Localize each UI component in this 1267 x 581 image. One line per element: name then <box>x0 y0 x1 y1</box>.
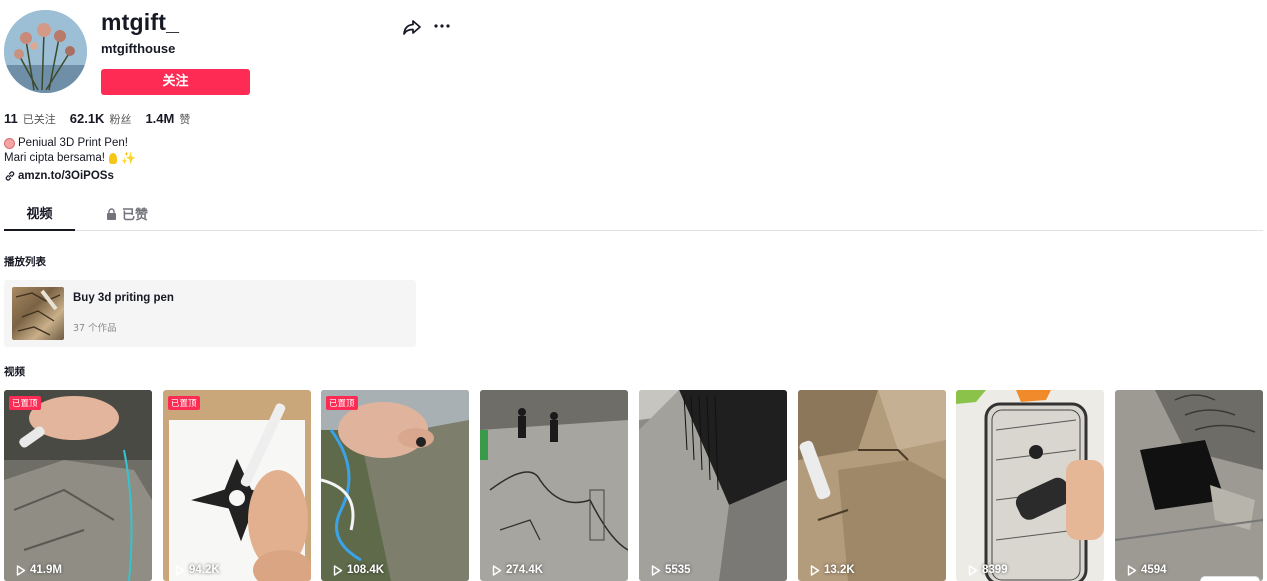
video-thumbnail <box>956 390 1104 581</box>
view-count: 13.2K <box>810 564 855 576</box>
view-count-value: 8399 <box>982 564 1008 576</box>
video-thumbnail <box>163 390 311 581</box>
profile-stats: 11 已关注 62.1K 粉丝 1.4M 赞 <box>4 111 204 127</box>
view-count-value: 41.9M <box>30 564 62 576</box>
avatar[interactable] <box>4 10 87 93</box>
following-label: 已关注 <box>22 113 56 126</box>
play-icon <box>968 564 978 576</box>
sparkles-emoji-icon: ✨ <box>120 151 136 165</box>
tab-liked[interactable]: 已赞 <box>97 196 157 231</box>
coin-emoji-icon <box>4 138 15 149</box>
follow-button[interactable]: 关注 <box>101 69 250 95</box>
playlist-thumbnail <box>12 287 64 340</box>
video-card[interactable]: 已置顶 108.4K <box>321 390 469 581</box>
bio-link[interactable]: amzn.to/3OiPOSs <box>4 170 114 182</box>
play-icon <box>333 564 343 576</box>
scroll-to-top-button[interactable] <box>1200 576 1260 581</box>
followers-count: 62.1K <box>69 111 105 126</box>
play-icon <box>1127 564 1137 576</box>
playlist-card[interactable]: Buy 3d priting pen 37 个作品 <box>4 280 416 347</box>
video-thumbnail <box>1115 390 1263 581</box>
profile-nickname: mtgifthouse <box>101 41 176 56</box>
video-card[interactable]: 8399 <box>956 390 1104 581</box>
play-icon <box>16 564 26 576</box>
video-card[interactable]: 4594 <box>1115 390 1263 581</box>
view-count-value: 4594 <box>1141 564 1167 576</box>
view-count: 5535 <box>651 564 691 576</box>
view-count: 94.2K <box>175 564 220 576</box>
followers-label: 粉丝 <box>109 113 132 126</box>
playlist-count: 37 个作品 <box>73 323 117 334</box>
view-count-value: 94.2K <box>189 564 220 576</box>
view-count-value: 5535 <box>665 564 691 576</box>
play-icon <box>492 564 502 576</box>
video-thumbnail <box>4 390 152 581</box>
video-card[interactable]: 5535 <box>639 390 787 581</box>
link-icon <box>5 171 15 181</box>
pinned-badge: 已置顶 <box>9 396 41 410</box>
bio-line-2: Mari cipta bersama! <box>4 152 105 164</box>
play-icon <box>810 564 820 576</box>
view-count: 8399 <box>968 564 1008 576</box>
playlists-section-title: 播放列表 <box>4 256 46 268</box>
share-icon[interactable] <box>402 17 422 37</box>
likes-label: 赞 <box>179 113 191 126</box>
tab-videos[interactable]: 视频 <box>4 196 75 231</box>
tab-videos-label: 视频 <box>26 207 53 222</box>
view-count-value: 108.4K <box>347 564 385 576</box>
profile-bio: Peniual 3D Print Pen! Mari cipta bersama… <box>4 136 136 166</box>
view-count-value: 274.4K <box>506 564 544 576</box>
view-count: 274.4K <box>492 564 543 576</box>
pinned-badge: 已置顶 <box>326 396 358 410</box>
video-thumbnail <box>798 390 946 581</box>
view-count: 108.4K <box>333 564 384 576</box>
view-count: 4594 <box>1127 564 1167 576</box>
video-card[interactable]: 274.4K <box>480 390 628 581</box>
lock-icon <box>106 207 116 220</box>
play-icon <box>175 564 185 576</box>
tab-liked-label: 已赞 <box>121 208 148 223</box>
play-icon <box>651 564 661 576</box>
video-card[interactable]: 已置顶 94.2K <box>163 390 311 581</box>
video-card[interactable]: 13.2K <box>798 390 946 581</box>
video-card[interactable]: 已置顶 41.9M <box>4 390 152 581</box>
lightbulb-emoji-icon <box>108 153 117 164</box>
view-count-value: 13.2K <box>824 564 855 576</box>
profile-username: mtgift_ <box>101 9 180 35</box>
pinned-badge: 已置顶 <box>168 396 200 410</box>
following-count: 11 <box>4 111 18 126</box>
likes-count: 1.4M <box>145 111 175 126</box>
more-icon[interactable] <box>432 16 452 36</box>
video-thumbnail <box>480 390 628 581</box>
video-thumbnail <box>639 390 787 581</box>
bio-line-1: Peniual 3D Print Pen! <box>18 137 128 149</box>
avatar-image <box>4 10 87 93</box>
profile-tabs: 视频 已赞 <box>4 196 1263 231</box>
view-count: 41.9M <box>16 564 62 576</box>
bio-link-text[interactable]: amzn.to/3OiPOSs <box>18 170 114 182</box>
playlist-title: Buy 3d priting pen <box>73 292 174 304</box>
videos-section-title: 视频 <box>4 366 25 378</box>
video-thumbnail <box>321 390 469 581</box>
